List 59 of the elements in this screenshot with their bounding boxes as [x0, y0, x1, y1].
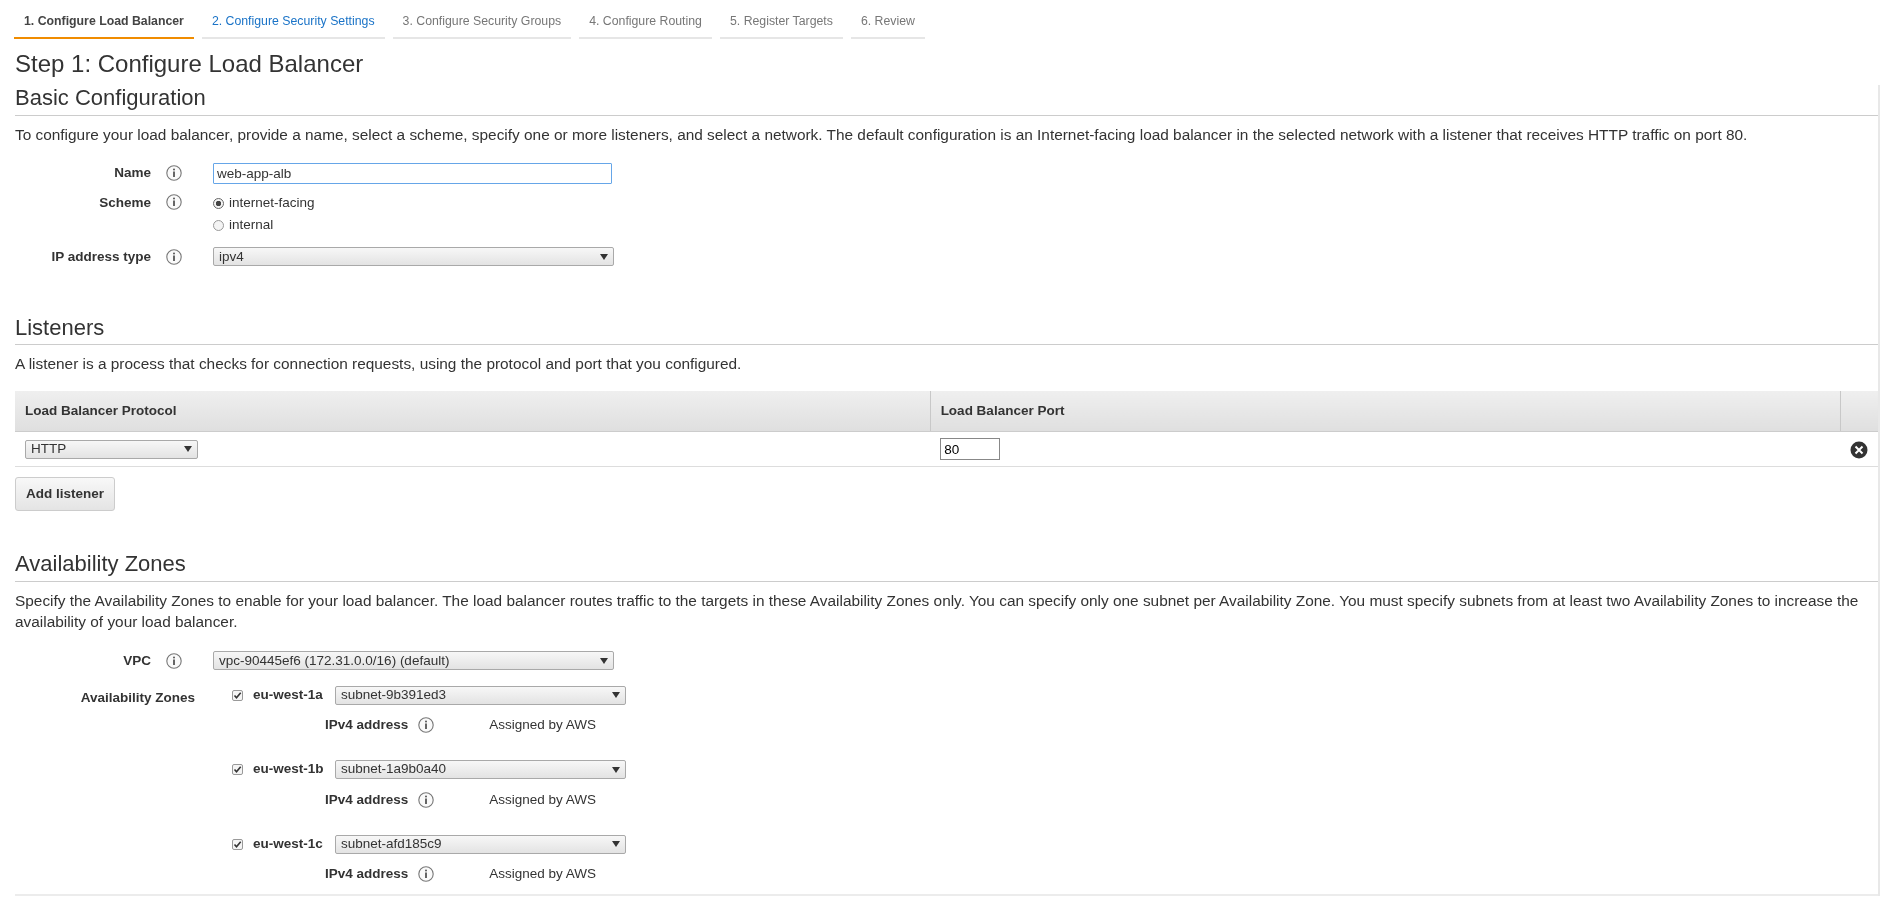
remove-icon[interactable]: [1850, 440, 1868, 459]
info-icon: [166, 248, 182, 265]
input-field[interactable]: 80: [940, 438, 1001, 461]
field-label: Availability Zones: [79, 688, 195, 707]
input-field[interactable]: web-app-alb: [213, 162, 612, 184]
dropdown[interactable]: subnet-afd185c9: [335, 834, 626, 854]
wizard-step-tab[interactable]: 2. Configure Security Settings: [201, 6, 385, 40]
radio-option[interactable]: internet-facing: [213, 193, 315, 214]
section-description: Specify the Availability Zones to enable for your load balancer. The load balancer routes traffic to the targets in these Availability Zones only. You can specify only one subnet per Availability Zone. You must specify subnets from at least two Availability Zones to increase the availability of your load balancer.: [15, 590, 1860, 633]
zone-name: eu-west-1c: [253, 834, 324, 853]
info-icon: [418, 717, 435, 734]
field-label: IPv4 address: [325, 865, 409, 884]
field-label: IPv4 address: [325, 790, 409, 809]
column-header: Load Balancer Protocol: [15, 390, 931, 432]
dropdown[interactable]: ipv4: [213, 247, 614, 267]
checkbox[interactable]: [232, 764, 243, 776]
add-listener-button[interactable]: Add listener: [15, 477, 115, 512]
info-icon: [418, 866, 435, 883]
radio-option[interactable]: internal: [213, 215, 315, 236]
dropdown[interactable]: vpc-90445ef6 (172.31.0.0/16) (default): [213, 651, 614, 671]
field-label: IP address type: [50, 247, 151, 266]
radio-button[interactable]: [213, 197, 224, 209]
caret-icon: [612, 766, 620, 773]
field-label: Name: [113, 164, 151, 183]
info-icon: [166, 165, 182, 182]
wizard-step-tab[interactable]: 5. Register Targets: [719, 6, 843, 40]
section-description: A listener is a process that checks for connection requests, using the protocol and port that you configured.: [15, 354, 743, 375]
caret-icon: [612, 841, 620, 848]
info-icon: [418, 791, 435, 808]
field-value: Assigned by AWS: [489, 790, 597, 809]
wizard-step-tab[interactable]: 6. Review: [850, 6, 925, 40]
wizard-step-tab[interactable]: 1. Configure Load Balancer: [14, 6, 194, 40]
field-value: Assigned by AWS: [489, 865, 597, 884]
info-icon: [166, 652, 182, 669]
field-label: IPv4 address: [325, 716, 409, 735]
caret-icon: [184, 446, 192, 453]
page-title: Step 1: Configure Load Balancer: [15, 50, 365, 80]
field-value: Assigned by AWS: [489, 716, 597, 735]
caret-icon: [612, 692, 620, 699]
field-label: Scheme: [98, 194, 151, 213]
section-heading: Basic Configuration: [15, 85, 1878, 116]
zone-name: eu-west-1b: [253, 760, 325, 779]
caret-icon: [600, 253, 608, 260]
info-icon: [166, 194, 182, 211]
radio-button[interactable]: [213, 220, 224, 232]
dropdown[interactable]: subnet-1a9b0a40: [335, 760, 626, 780]
dropdown[interactable]: subnet-9b391ed3: [335, 685, 626, 705]
field-label: VPC: [122, 651, 151, 670]
column-header: Load Balancer Port: [930, 390, 1840, 432]
section-description: To configure your load balancer, provide a name, select a scheme, specify one or more listeners, and select a network. The default configuration is an Internet-facing load balancer in the selected network with a listener that receives HTTP traffic on port 80.: [15, 124, 1749, 145]
checkbox[interactable]: [232, 838, 243, 850]
section-heading: Availability Zones: [15, 551, 1878, 582]
wizard-step-tab[interactable]: 4. Configure Routing: [579, 6, 712, 40]
section-heading: Listeners: [15, 314, 1878, 346]
zone-name: eu-west-1a: [253, 685, 324, 704]
caret-icon: [600, 657, 608, 664]
wizard-step-tab[interactable]: 3. Configure Security Groups: [392, 6, 572, 40]
dropdown[interactable]: HTTP: [25, 439, 198, 459]
checkbox[interactable]: [232, 689, 243, 701]
